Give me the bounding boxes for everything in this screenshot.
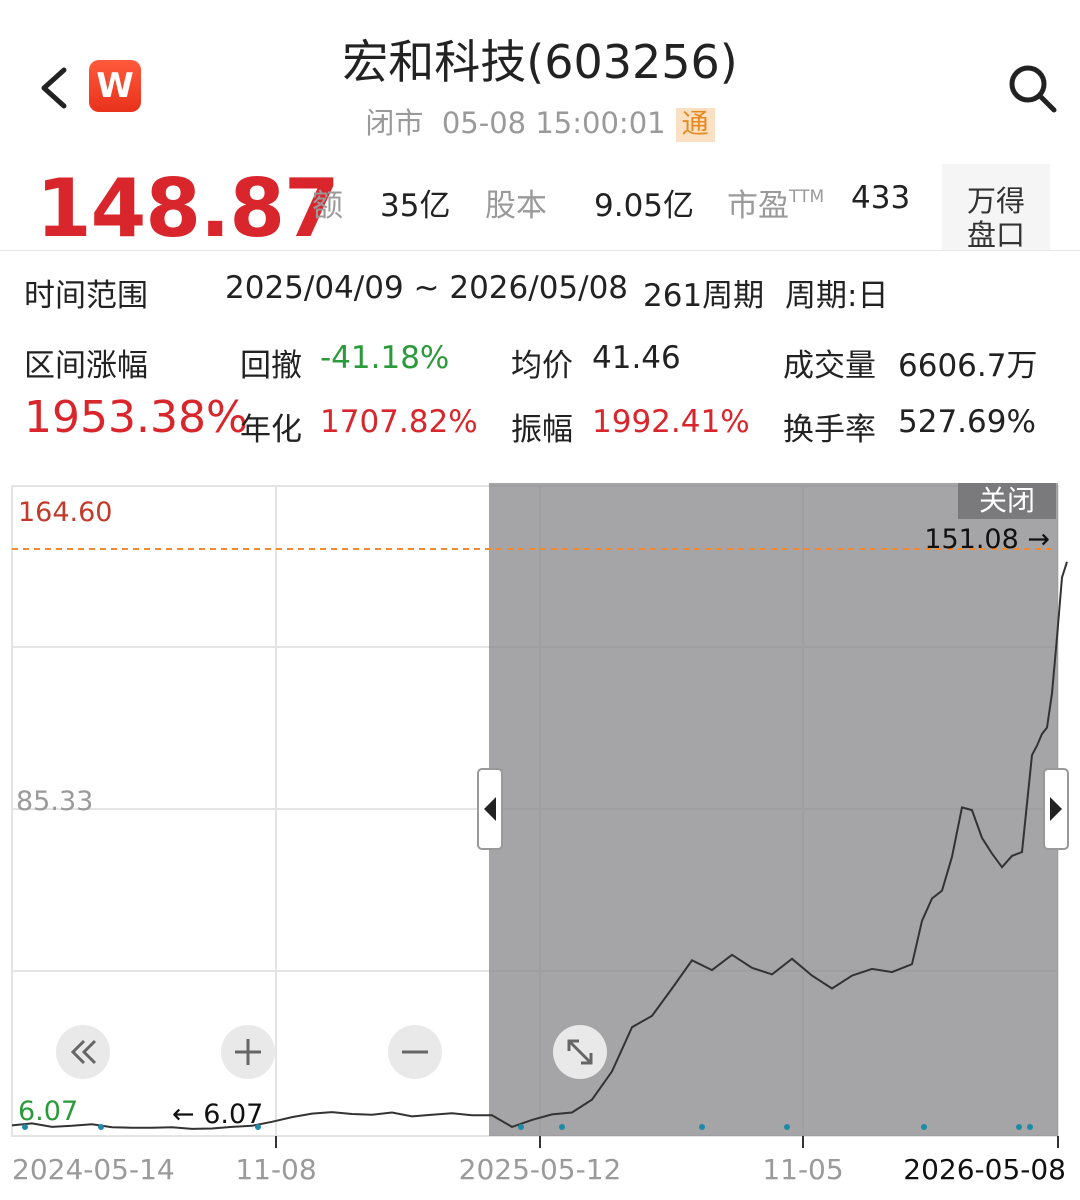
close-selection-label: 关闭: [979, 484, 1035, 517]
zoom-in-button[interactable]: [221, 1025, 275, 1079]
amount-value: 35亿: [380, 188, 451, 224]
last-price: 148.87: [36, 162, 340, 255]
x-label: 2025-05-12: [459, 1153, 622, 1186]
change-label: 区间涨幅: [24, 348, 148, 384]
minus-icon: [402, 1050, 428, 1054]
max-annotation: 151.08 →: [924, 524, 1050, 555]
turnover-label: 换手率: [783, 412, 876, 448]
pankou-label-2: 盘口: [966, 218, 1025, 250]
y-label-bottom: 6.07: [18, 1096, 78, 1127]
pe-ttm-sup: TTM: [789, 187, 825, 207]
wind-pankou-button[interactable]: 万得 盘口: [942, 164, 1050, 250]
volume-label: 成交量: [783, 348, 876, 384]
price-chart[interactable]: 关闭 164.60 85.33 6.07 151.08 → ← 6.07 202…: [0, 460, 1080, 1200]
event-dot[interactable]: [98, 1124, 104, 1130]
selection-handle-left[interactable]: [477, 768, 503, 850]
range-label: 时间范围: [24, 278, 148, 314]
turnover-value: 527.69%: [898, 404, 1036, 440]
amount-label: 额: [312, 188, 343, 224]
y-label-top: 164.60: [18, 497, 112, 528]
x-label: 11-05: [762, 1153, 843, 1186]
event-dot[interactable]: [699, 1124, 705, 1130]
annualized-label: 年化: [240, 412, 302, 448]
share-capital-label: 股本: [485, 188, 547, 224]
annualized-value: 1707.82%: [320, 404, 478, 440]
event-dot[interactable]: [22, 1124, 28, 1130]
amplitude-value: 1992.41%: [592, 404, 750, 440]
event-dot[interactable]: [559, 1124, 565, 1130]
expand-icon: [567, 1039, 593, 1065]
range-value: 2025/04/09 ~ 2026/05/08: [225, 270, 629, 306]
change-value: 1953.38%: [24, 392, 248, 443]
event-dot[interactable]: [1027, 1124, 1033, 1130]
tong-badge[interactable]: 通: [675, 108, 715, 142]
event-dot[interactable]: [921, 1124, 927, 1130]
share-capital-value: 9.05亿: [594, 188, 695, 224]
x-label: 11-08: [235, 1153, 316, 1186]
amplitude-label: 振幅: [511, 412, 573, 448]
rewind-button[interactable]: [56, 1025, 110, 1079]
drawdown-value: -41.18%: [320, 340, 450, 376]
drawdown-label: 回撤: [240, 348, 302, 384]
market-status: 闭市 05-08 15:00:01 通: [0, 100, 1080, 142]
avg-price-label: 均价: [511, 348, 573, 384]
volume-value: 6606.7万: [898, 348, 1038, 384]
double-chevron-left-icon: [70, 1039, 97, 1065]
y-label-mid: 85.33: [16, 786, 93, 817]
fullscreen-button[interactable]: [553, 1025, 607, 1079]
pe-value: 433: [851, 180, 911, 216]
pe-label: 市盈TTM: [727, 180, 824, 225]
market-datetime: 05-08 15:00:01: [441, 106, 666, 140]
event-dot[interactable]: [1016, 1124, 1022, 1130]
market-status-text: 闭市: [365, 106, 424, 140]
selection-handle-right[interactable]: [1043, 768, 1069, 850]
event-dot[interactable]: [784, 1124, 790, 1130]
search-icon[interactable]: [1006, 62, 1058, 114]
pe-label-text: 市盈: [727, 188, 789, 224]
period-type[interactable]: 周期:日: [785, 270, 888, 315]
avg-price-value: 41.46: [592, 340, 681, 376]
plus-icon: [235, 1039, 261, 1065]
x-label: 2026-05-08: [903, 1153, 1066, 1186]
divider: [0, 250, 1080, 251]
page-title: 宏和科技(603256): [342, 35, 738, 89]
event-dot[interactable]: [255, 1124, 261, 1130]
period-count: 261周期: [643, 278, 765, 314]
x-label: 2024-05-14: [12, 1153, 175, 1186]
zoom-out-button[interactable]: [388, 1025, 442, 1079]
event-dot[interactable]: [518, 1124, 524, 1130]
pankou-label-1: 万得: [966, 184, 1025, 218]
